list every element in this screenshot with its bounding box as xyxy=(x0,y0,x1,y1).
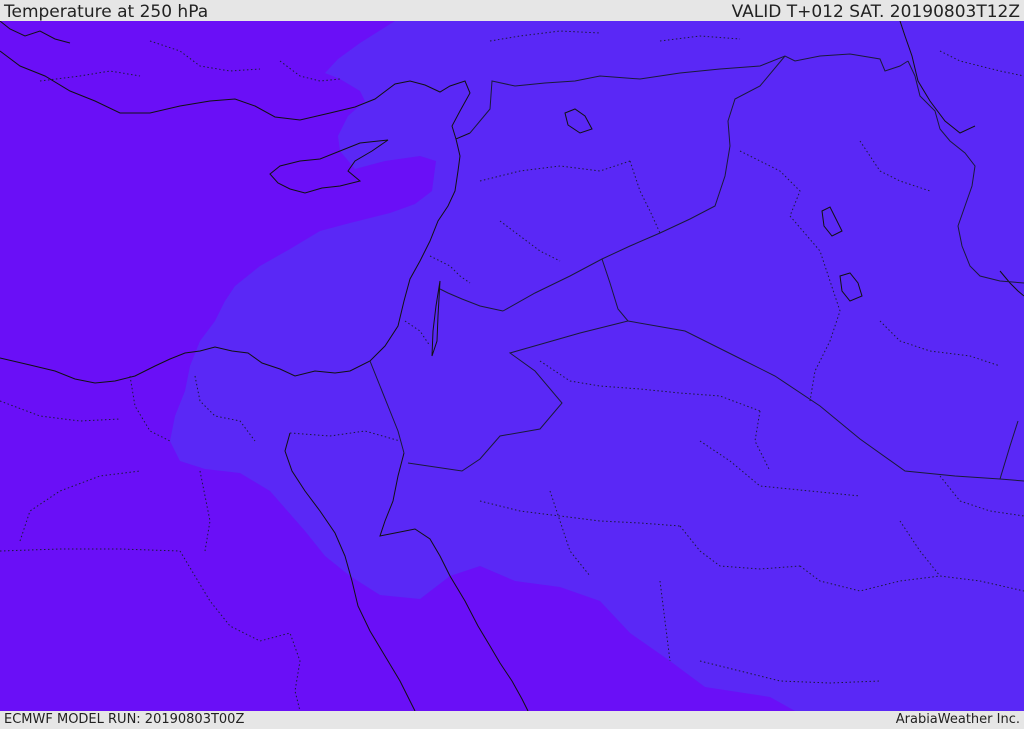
credit-label: ArabiaWeather Inc. xyxy=(895,712,1020,727)
map-title: Temperature at 250 hPa xyxy=(4,2,209,22)
map-footer: ECMWF MODEL RUN: 20190803T00Z ArabiaWeat… xyxy=(0,711,1024,729)
valid-time-label: VALID T+012 SAT. 20190803T12Z xyxy=(731,2,1020,22)
map-header: Temperature at 250 hPa VALID T+012 SAT. … xyxy=(0,0,1024,21)
temperature-map[interactable] xyxy=(0,21,1024,711)
model-run-label: ECMWF MODEL RUN: 20190803T00Z xyxy=(4,712,245,727)
weather-map-page: Temperature at 250 hPa VALID T+012 SAT. … xyxy=(0,0,1024,729)
map-canvas xyxy=(0,21,1024,711)
